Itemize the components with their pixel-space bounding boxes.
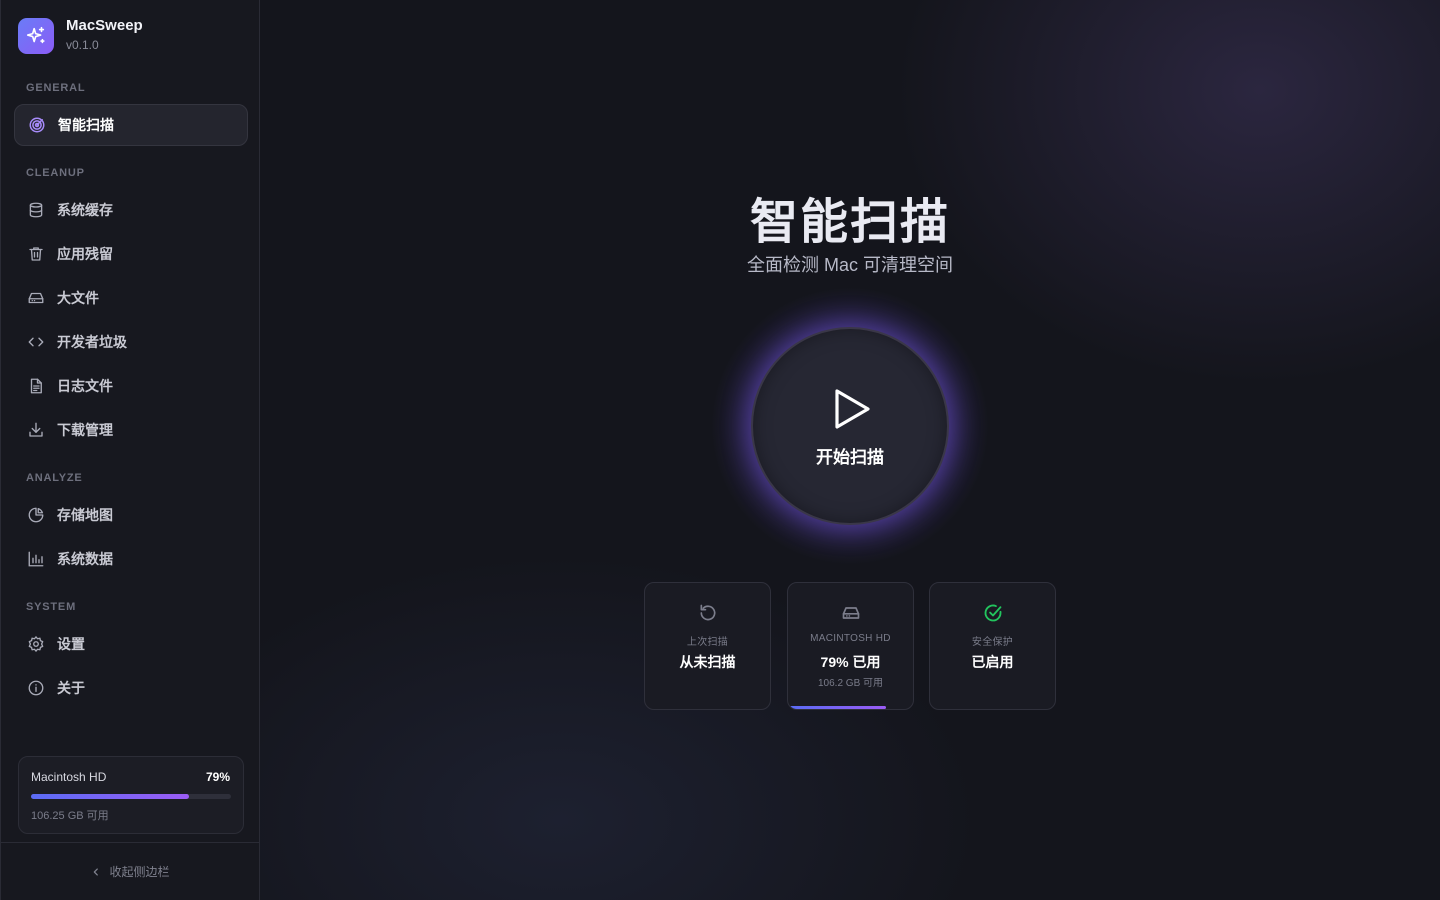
sidebar-item-label: 系统缓存: [57, 202, 113, 218]
security-value: 已启用: [971, 654, 1014, 670]
sidebar-item-app-leftovers[interactable]: 应用残留: [14, 233, 248, 275]
start-scan-label: 开始扫描: [816, 448, 884, 467]
trash-icon: [26, 244, 46, 264]
disk-usage-bar: [31, 794, 231, 799]
check-circle-icon: [930, 603, 1055, 623]
info-icon: [26, 678, 46, 698]
bar-chart-icon: [26, 549, 46, 569]
main-content: 智能扫描 全面检测 Mac 可清理空间 开始扫描 上次扫描 从未扫描 MACIN…: [260, 0, 1440, 900]
hard-drive-icon: [788, 603, 913, 623]
last-scan-label: 上次扫描: [686, 637, 729, 648]
sidebar-item-large-files[interactable]: 大文件: [14, 277, 248, 319]
collapse-sidebar-button[interactable]: 收起侧边栏: [1, 842, 260, 900]
disk-stat-card: MACINTOSH HD 79% 已用 106.2 GB 可用: [787, 582, 914, 710]
security-card: 安全保护 已启用: [929, 582, 1056, 710]
page-subtitle: 全面检测 Mac 可清理空间: [746, 255, 953, 275]
disk-stat-label: MACINTOSH HD: [810, 633, 891, 644]
collapse-sidebar-label: 收起侧边栏: [109, 865, 170, 879]
brand: MacSweep v0.1.0: [18, 17, 143, 54]
sidebar-item-label: 下载管理: [57, 422, 113, 438]
disk-stat-bar: [790, 706, 886, 709]
sidebar-item-label: 日志文件: [57, 378, 113, 394]
disk-name: Macintosh HD: [31, 770, 107, 784]
disk-usage-card: Macintosh HD 79% 106.25 GB 可用: [18, 756, 244, 834]
sidebar-item-label: 系统数据: [57, 551, 113, 567]
sidebar-item-label: 大文件: [57, 290, 99, 306]
sidebar-item-developer-junk[interactable]: 开发者垃圾: [14, 321, 248, 363]
last-scan-card: 上次扫描 从未扫描: [644, 582, 771, 710]
radar-icon: [27, 115, 47, 135]
section-label-cleanup: CLEANUP: [26, 167, 85, 179]
file-text-icon: [26, 376, 46, 396]
app-name: MacSweep: [66, 17, 143, 34]
sidebar-item-log-files[interactable]: 日志文件: [14, 365, 248, 407]
section-label-system: SYSTEM: [26, 601, 77, 613]
history-icon: [645, 603, 770, 623]
sidebar-item-system-cache[interactable]: 系统缓存: [14, 189, 248, 231]
start-scan-button[interactable]: 开始扫描: [751, 327, 949, 525]
gear-icon: [26, 634, 46, 654]
last-scan-value: 从未扫描: [679, 654, 736, 670]
security-label: 安全保护: [971, 637, 1014, 648]
play-icon: [833, 387, 873, 436]
page-title: 智能扫描: [749, 196, 950, 249]
sidebar-item-label: 智能扫描: [58, 117, 114, 133]
sidebar-item-about[interactable]: 关于: [14, 667, 248, 709]
disk-stat-free: 106.2 GB 可用: [817, 678, 884, 689]
sidebar: MacSweep v0.1.0 GENERAL 智能扫描 CLEANUP 系统缓…: [0, 0, 260, 900]
disk-usage-percent: 79%: [205, 770, 230, 784]
download-icon: [26, 420, 46, 440]
sidebar-item-system-data[interactable]: 系统数据: [14, 538, 248, 580]
database-icon: [26, 200, 46, 220]
pie-chart-icon: [26, 505, 46, 525]
sidebar-item-storage-map[interactable]: 存储地图: [14, 494, 248, 536]
sidebar-item-smart-scan[interactable]: 智能扫描: [14, 104, 248, 146]
disk-usage-bar-fill: [31, 794, 189, 799]
code-icon: [26, 332, 46, 352]
app-version: v0.1.0: [66, 38, 99, 52]
disk-free-space: 106.25 GB 可用: [31, 810, 109, 822]
section-label-general: GENERAL: [26, 82, 86, 94]
sparkles-icon: [18, 17, 54, 54]
disk-stat-value: 79% 已用: [820, 654, 881, 670]
sidebar-item-label: 设置: [57, 636, 85, 652]
sidebar-item-settings[interactable]: 设置: [14, 623, 248, 665]
sidebar-item-downloads[interactable]: 下载管理: [14, 409, 248, 451]
chevron-left-icon: [91, 867, 101, 877]
hard-drive-icon: [26, 288, 46, 308]
sidebar-item-label: 关于: [57, 680, 85, 696]
sidebar-item-label: 应用残留: [57, 246, 113, 262]
section-label-analyze: ANALYZE: [26, 472, 83, 484]
sidebar-item-label: 存储地图: [57, 507, 113, 523]
sidebar-item-label: 开发者垃圾: [57, 334, 127, 350]
